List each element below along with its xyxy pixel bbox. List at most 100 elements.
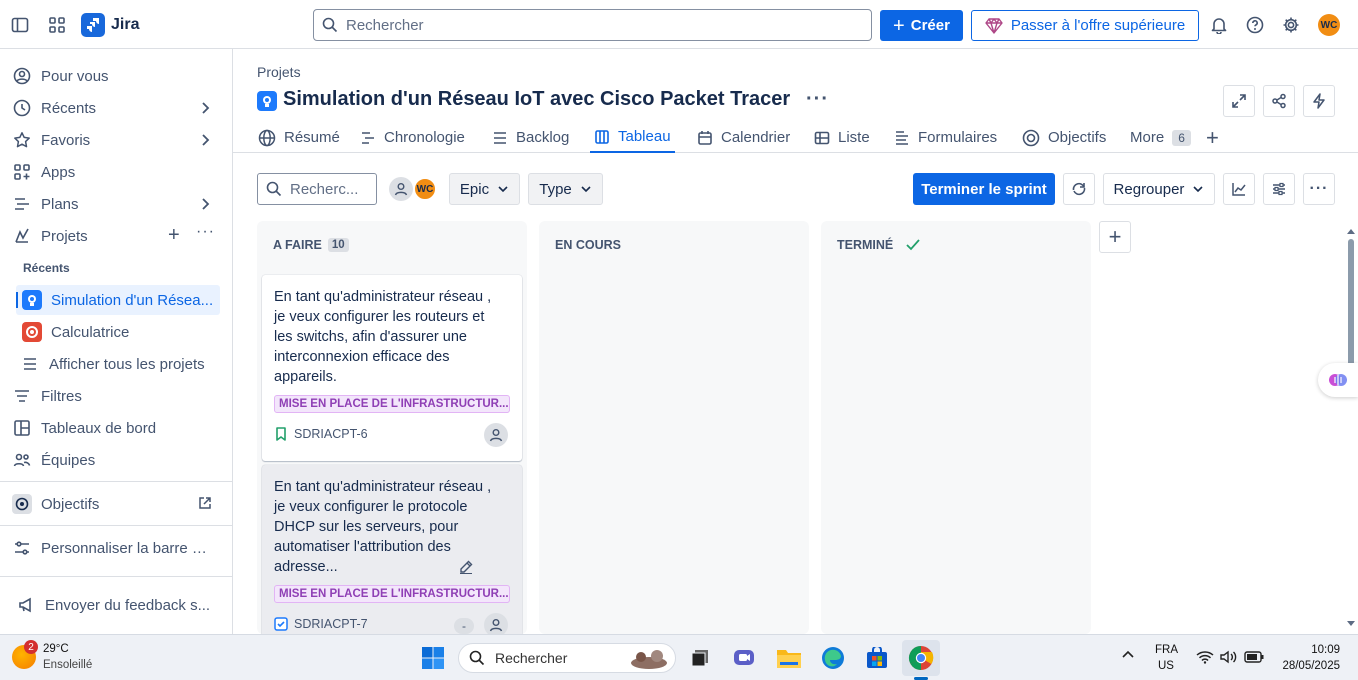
sprint-refresh-button[interactable]	[1063, 173, 1095, 205]
group-by-dropdown[interactable]: Regrouper	[1103, 173, 1215, 205]
weather-temperature[interactable]: 29°C	[43, 643, 69, 655]
sidebar-item-dashboards[interactable]: Tableaux de bord	[8, 413, 220, 443]
automation-button[interactable]	[1303, 85, 1335, 117]
file-explorer-icon[interactable]	[774, 643, 804, 673]
chevron-up-icon[interactable]	[1121, 649, 1135, 659]
edge-browser-icon[interactable]	[818, 643, 848, 673]
app-name[interactable]: Jira	[111, 16, 139, 34]
sidebar-item-projects[interactable]: Projets + ···	[8, 221, 220, 251]
issue-key[interactable]: SDRIACPT-6	[274, 427, 368, 441]
share-button[interactable]	[1263, 85, 1295, 117]
tab-forms[interactable]: Formulaires	[894, 122, 997, 153]
assignee-avatar[interactable]	[484, 423, 508, 447]
chevron-right-icon[interactable]	[198, 132, 212, 148]
chevron-right-icon[interactable]	[198, 196, 212, 212]
tab-label: Tableau	[618, 128, 671, 145]
user-avatar[interactable]: WC	[1318, 14, 1340, 36]
epic-lozenge[interactable]: MISE EN PLACE DE L'INFRASTRUCTUR...	[274, 585, 510, 603]
edit-pencil-icon[interactable]	[458, 559, 474, 575]
microsoft-store-icon[interactable]	[862, 643, 892, 673]
jira-logo-icon[interactable]	[81, 13, 105, 37]
sidebar-item-teams[interactable]: Équipes	[8, 445, 220, 475]
chrome-browser-icon[interactable]	[902, 640, 940, 676]
clock-date[interactable]: 28/05/2025	[1270, 660, 1340, 672]
epic-filter-dropdown[interactable]: Epic	[449, 173, 520, 205]
tab-board[interactable]: Tableau	[590, 122, 675, 153]
keyboard-layout[interactable]: US	[1155, 660, 1177, 672]
wifi-icon[interactable]	[1196, 650, 1214, 664]
column-header[interactable]: TERMINÉ	[837, 238, 921, 252]
page-scrollbar[interactable]	[1346, 223, 1356, 633]
sidebar-toggle-icon[interactable]	[10, 15, 30, 35]
sidebar-item-favorites[interactable]: Favoris	[8, 125, 220, 155]
type-filter-dropdown[interactable]: Type	[528, 173, 603, 205]
add-project-icon[interactable]: +	[168, 224, 180, 247]
tab-backlog[interactable]: Backlog	[492, 122, 569, 153]
windows-start-icon[interactable]	[418, 643, 448, 673]
insights-button[interactable]	[1223, 173, 1255, 205]
sidebar-feedback[interactable]: Envoyer du feedback s...	[12, 590, 224, 620]
issue-card[interactable]: En tant qu'administrateur réseau , je ve…	[262, 465, 522, 640]
tab-calendar[interactable]: Calendrier	[697, 122, 790, 153]
chevron-right-icon[interactable]	[198, 100, 212, 116]
more-options-icon[interactable]: ···	[196, 223, 215, 241]
external-link-icon[interactable]	[198, 496, 212, 510]
clock-time[interactable]: 10:09	[1280, 644, 1340, 656]
breadcrumb[interactable]: Projets	[257, 64, 301, 80]
tab-summary[interactable]: Résumé	[258, 122, 340, 153]
add-tab-icon[interactable]: +	[1206, 122, 1219, 153]
sidebar-item-for-you[interactable]: Pour vous	[8, 61, 220, 91]
help-icon[interactable]	[1245, 15, 1265, 35]
unassigned-avatar-filter[interactable]	[389, 177, 413, 201]
view-settings-button[interactable]	[1263, 173, 1295, 205]
person-icon	[489, 619, 503, 632]
app-switcher-icon[interactable]	[47, 15, 67, 35]
create-button[interactable]: + Créer	[880, 10, 963, 41]
global-search-input[interactable]: Rechercher	[313, 9, 872, 41]
tab-goals[interactable]: Objectifs	[1022, 122, 1106, 153]
board-more-icon[interactable]: ···	[1303, 173, 1335, 205]
sidebar-item-apps[interactable]: Apps	[8, 157, 220, 187]
sidebar-item-recents[interactable]: Récents	[8, 93, 220, 123]
sidebar-item-plans[interactable]: Plans	[8, 189, 220, 219]
taskbar-search[interactable]: Rechercher	[458, 643, 676, 673]
complete-sprint-button[interactable]: Terminer le sprint	[913, 173, 1055, 205]
sidebar-item-filters[interactable]: Filtres	[8, 381, 220, 411]
tab-more[interactable]: More 6	[1130, 122, 1191, 153]
story-points-badge[interactable]: -	[454, 618, 474, 634]
teams-meet-icon[interactable]	[729, 643, 759, 673]
fullscreen-button[interactable]	[1223, 85, 1255, 117]
add-column-button[interactable]: +	[1099, 221, 1131, 253]
language-code[interactable]: FRA	[1155, 644, 1178, 656]
board-search-input[interactable]: Recherc...	[257, 173, 377, 205]
volume-icon[interactable]	[1220, 650, 1238, 664]
ai-assistant-icon[interactable]	[1318, 363, 1358, 397]
weather-description[interactable]: Ensoleillé	[43, 659, 92, 671]
battery-icon[interactable]	[1244, 651, 1264, 663]
user-avatar-filter[interactable]: WC	[413, 177, 437, 201]
windows-taskbar: 2 29°C Ensoleillé Rechercher FRA US 10:0…	[0, 634, 1358, 680]
notifications-bell-icon[interactable]	[1209, 15, 1229, 35]
tab-list[interactable]: Liste	[814, 122, 870, 153]
sidebar-customize[interactable]: Personnaliser la barre la...	[8, 533, 220, 563]
sidebar-project-simulation[interactable]: Simulation d'un Résea...	[16, 285, 220, 315]
column-header[interactable]: EN COURS	[555, 238, 621, 252]
tab-timeline[interactable]: Chronologie	[360, 122, 465, 153]
settings-gear-icon[interactable]	[1281, 15, 1301, 35]
sidebar-project-calculatrice[interactable]: Calculatrice	[16, 317, 220, 347]
project-tabs: Résumé Chronologie Backlog Tableau Calen…	[233, 122, 1358, 153]
issue-key[interactable]: SDRIACPT-7	[274, 617, 368, 631]
column-header[interactable]: A FAIRE 10	[273, 238, 349, 252]
issue-card[interactable]: En tant qu'administrateur réseau , je ve…	[262, 275, 522, 461]
epic-lozenge[interactable]: MISE EN PLACE DE L'INFRASTRUCTUR...	[274, 395, 510, 413]
sidebar-item-label: Apps	[41, 163, 76, 181]
megaphone-icon	[16, 595, 36, 615]
sidebar-show-all-projects[interactable]: Afficher tous les projets	[16, 349, 220, 379]
task-view-icon[interactable]	[685, 643, 715, 673]
upgrade-button[interactable]: Passer à l'offre supérieure	[971, 10, 1199, 41]
sidebar-item-goals[interactable]: Objectifs	[8, 489, 220, 519]
search-placeholder: Rechercher	[346, 16, 424, 34]
project-more-icon[interactable]: ···	[806, 88, 829, 111]
tab-label: Objectifs	[1048, 129, 1107, 146]
filter-icon	[12, 386, 32, 406]
